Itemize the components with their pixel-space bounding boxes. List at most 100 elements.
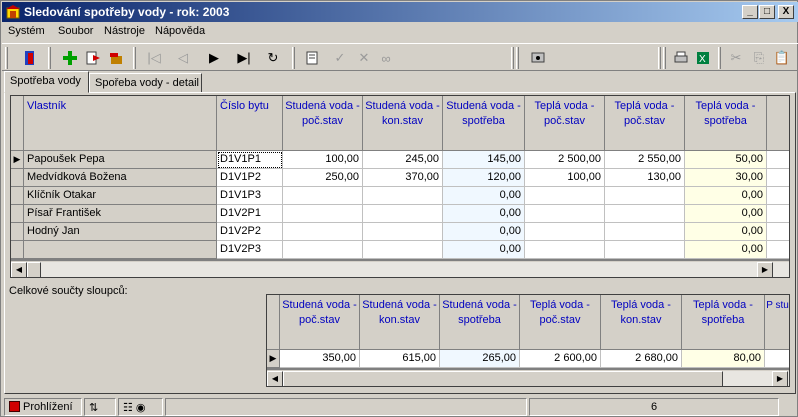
next-icon[interactable]: ▶	[203, 47, 225, 69]
cell-overflow[interactable]	[767, 151, 789, 169]
add-icon[interactable]	[59, 47, 81, 69]
cell-overflow[interactable]	[767, 223, 789, 241]
scroll-left-button[interactable]: ◀	[11, 262, 27, 277]
cell-overflow[interactable]	[767, 169, 789, 187]
scroll-right-button[interactable]: ▶	[757, 262, 773, 277]
cell-hot-start[interactable]: 100,00	[525, 169, 605, 187]
cell-hot-start[interactable]	[525, 187, 605, 205]
cell-hot-start[interactable]	[525, 241, 605, 259]
cell-owner[interactable]: Papoušek Pepa	[24, 151, 217, 169]
cell-cold-start[interactable]: 100,00	[283, 151, 363, 169]
cell-flat[interactable]: D1V1P2	[217, 169, 283, 187]
paste-icon[interactable]: 📋	[771, 47, 793, 69]
cell-owner[interactable]: Hodný Jan	[24, 223, 217, 241]
cell-hot-usage[interactable]: 0,00	[685, 223, 767, 241]
cell-cold-end[interactable]	[363, 241, 443, 259]
confirm-icon[interactable]: ✓	[329, 47, 351, 69]
cell-overflow[interactable]	[767, 241, 789, 259]
refresh-icon[interactable]: ↻	[262, 47, 284, 69]
main-grid[interactable]: Vlastník Číslo bytu Studená voda - poč.s…	[10, 95, 790, 278]
cell-cold-usage[interactable]: 0,00	[443, 223, 525, 241]
cell-cold-start[interactable]	[283, 205, 363, 223]
cancel-icon[interactable]: ✕	[353, 47, 375, 69]
col-header-hot-end[interactable]: Teplá voda - poč.stav	[605, 96, 685, 151]
cell-hot-end[interactable]	[605, 223, 685, 241]
col-header-flat[interactable]: Číslo bytu	[217, 96, 283, 151]
row-indicator[interactable]	[11, 241, 24, 259]
excel-icon[interactable]: X	[692, 47, 714, 69]
col-header-cold-end[interactable]: Studená voda - kon.stav	[363, 96, 443, 151]
cell-flat[interactable]: D1V1P3	[217, 187, 283, 205]
cell-flat[interactable]: D1V2P1	[217, 205, 283, 223]
cell-flat[interactable]: D1V2P3	[217, 241, 283, 259]
cell-cold-start[interactable]	[283, 223, 363, 241]
export-icon[interactable]	[105, 47, 127, 69]
cell-overflow[interactable]	[767, 187, 789, 205]
cell-cold-start[interactable]: 250,00	[283, 169, 363, 187]
cell-cold-usage[interactable]: 120,00	[443, 169, 525, 187]
row-indicator[interactable]	[11, 169, 24, 187]
cell-owner[interactable]: Medvídková Božena	[24, 169, 217, 187]
edit-icon[interactable]	[302, 47, 324, 69]
cell-flat[interactable]: D1V1P1	[217, 151, 283, 169]
view-icon[interactable]	[527, 47, 549, 69]
cell-hot-usage[interactable]: 30,00	[685, 169, 767, 187]
cell-cold-start[interactable]	[283, 241, 363, 259]
cut-icon[interactable]: ✂	[725, 47, 747, 69]
cell-cold-end[interactable]: 245,00	[363, 151, 443, 169]
cell-hot-usage[interactable]: 50,00	[685, 151, 767, 169]
close-button[interactable]: X	[778, 5, 794, 19]
cell-hot-usage[interactable]: 0,00	[685, 241, 767, 259]
maximize-button[interactable]: □	[759, 5, 775, 19]
cell-cold-usage[interactable]: 145,00	[443, 151, 525, 169]
cell-cold-end[interactable]	[363, 223, 443, 241]
tab-spotreba-vody[interactable]: Spotřeba vody	[4, 71, 89, 93]
totals-hscroll[interactable]: ◀ ▶	[267, 370, 789, 386]
import-icon[interactable]	[82, 47, 104, 69]
cell-flat[interactable]: D1V2P2	[217, 223, 283, 241]
minimize-button[interactable]: _	[742, 5, 758, 19]
menu-file[interactable]: Soubor	[58, 25, 93, 37]
cell-owner[interactable]: Písař František	[24, 205, 217, 223]
cell-owner[interactable]	[24, 241, 217, 259]
cell-cold-end[interactable]: 370,00	[363, 169, 443, 187]
last-icon[interactable]: ▶|	[233, 47, 255, 69]
cell-cold-usage[interactable]: 0,00	[443, 187, 525, 205]
menu-system[interactable]: Systém	[8, 25, 45, 37]
cell-hot-end[interactable]	[605, 241, 685, 259]
cell-hot-start[interactable]	[525, 223, 605, 241]
totals-scroll-right-button[interactable]: ▶	[772, 371, 788, 386]
cell-hot-usage[interactable]: 0,00	[685, 187, 767, 205]
menu-help[interactable]: Nápověda	[155, 25, 205, 37]
first-icon[interactable]: |◁	[143, 47, 165, 69]
totals-scroll-left-button[interactable]: ◀	[267, 371, 283, 386]
menu-tools[interactable]: Nástroje	[104, 25, 145, 37]
tab-spotreba-vody-detail[interactable]: Spořeba vody - detail	[89, 73, 202, 93]
totals-grid[interactable]: Studená voda - poč.stav Studená voda - k…	[266, 294, 790, 387]
row-indicator[interactable]	[11, 223, 24, 241]
cell-hot-end[interactable]	[605, 187, 685, 205]
col-header-cold-start[interactable]: Studená voda - poč.stav	[283, 96, 363, 151]
cell-hot-end[interactable]	[605, 205, 685, 223]
cell-hot-usage[interactable]: 0,00	[685, 205, 767, 223]
cell-owner[interactable]: Klíčník Otakar	[24, 187, 217, 205]
cell-overflow[interactable]	[767, 205, 789, 223]
col-header-owner[interactable]: Vlastník	[24, 96, 217, 151]
glasses-icon[interactable]: ∞	[375, 47, 397, 69]
scroll-thumb[interactable]	[27, 262, 41, 277]
cell-hot-end[interactable]: 2 550,00	[605, 151, 685, 169]
exit-icon[interactable]	[19, 47, 41, 69]
cell-hot-end[interactable]: 130,00	[605, 169, 685, 187]
cell-cold-usage[interactable]: 0,00	[443, 241, 525, 259]
col-header-cold-usage[interactable]: Studená voda - spotřeba	[443, 96, 525, 151]
cell-cold-end[interactable]	[363, 205, 443, 223]
cell-hot-start[interactable]	[525, 205, 605, 223]
copy-icon[interactable]: ⎘	[748, 47, 770, 69]
cell-hot-start[interactable]: 2 500,00	[525, 151, 605, 169]
print-icon[interactable]	[670, 47, 692, 69]
cell-cold-start[interactable]	[283, 187, 363, 205]
main-hscroll[interactable]: ◀ ▶	[11, 261, 789, 277]
col-header-hot-start[interactable]: Teplá voda - poč.stav	[525, 96, 605, 151]
row-indicator[interactable]	[11, 187, 24, 205]
cell-cold-usage[interactable]: 0,00	[443, 205, 525, 223]
